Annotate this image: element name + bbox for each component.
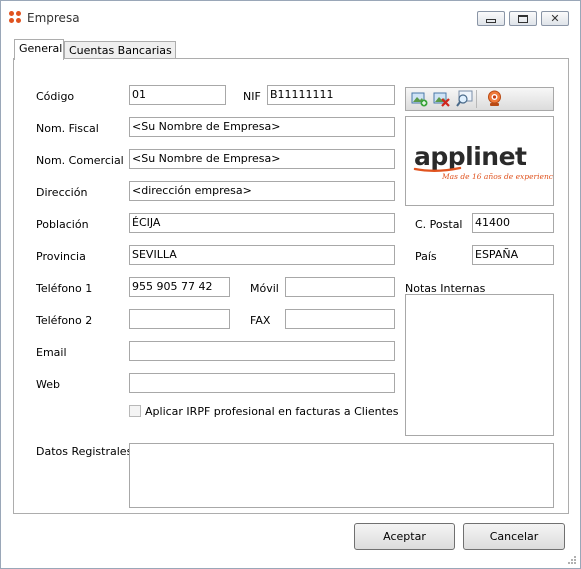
nom-comercial-field[interactable]: <Su Nombre de Empresa> <box>129 149 395 169</box>
provincia-label: Provincia <box>36 250 86 263</box>
telefono1-label: Teléfono 1 <box>36 282 93 295</box>
app-icon <box>9 11 22 24</box>
toolbar-separator <box>476 90 477 108</box>
minimize-button[interactable] <box>477 11 505 26</box>
fax-field[interactable] <box>285 309 395 329</box>
tab-general[interactable]: General <box>14 39 64 60</box>
email-field[interactable] <box>129 341 395 361</box>
email-label: Email <box>36 346 67 359</box>
movil-label: Móvil <box>250 282 279 295</box>
delete-image-icon[interactable] <box>433 90 450 107</box>
web-field[interactable] <box>129 373 395 393</box>
web-label: Web <box>36 378 60 391</box>
direccion-label: Dirección <box>36 186 88 199</box>
company-logo-frame: applinet Mas de 16 años de experiencia <box>405 116 560 206</box>
irpf-checkbox-label[interactable]: Aplicar IRPF profesional en facturas a C… <box>145 405 398 418</box>
datos-registrales-field[interactable] <box>129 443 554 508</box>
nif-label: NIF <box>243 90 261 103</box>
irpf-checkbox[interactable] <box>129 405 141 417</box>
empresa-window: Empresa ✕ General Cuentas Bancarias Códi… <box>0 0 581 569</box>
codigo-field[interactable]: 01 <box>129 85 226 105</box>
nom-comercial-label: Nom. Comercial <box>36 154 124 167</box>
codigo-label: Código <box>36 90 75 103</box>
applinet-logo: applinet Mas de 16 años de experiencia <box>413 142 560 181</box>
zoom-image-icon[interactable] <box>456 90 473 107</box>
add-image-icon[interactable] <box>411 90 428 107</box>
nom-fiscal-field[interactable]: <Su Nombre de Empresa> <box>129 117 395 137</box>
title-bar: Empresa ✕ <box>1 1 580 35</box>
datos-registrales-label: Datos Registrales <box>36 445 133 458</box>
telefono1-field[interactable]: 955 905 77 42 <box>129 277 230 297</box>
cancelar-button[interactable]: Cancelar <box>463 523 565 550</box>
movil-field[interactable] <box>285 277 395 297</box>
direccion-field[interactable]: <dirección empresa> <box>129 181 395 201</box>
maximize-button[interactable] <box>509 11 537 26</box>
webcam-icon[interactable] <box>486 90 503 107</box>
provincia-field[interactable]: SEVILLA <box>129 245 395 265</box>
pais-label: País <box>415 250 437 263</box>
close-button[interactable]: ✕ <box>541 11 569 26</box>
poblacion-field[interactable]: ÉCIJA <box>129 213 395 233</box>
c-postal-label: C. Postal <box>415 218 463 231</box>
svg-text:applinet: applinet <box>414 142 527 171</box>
telefono2-label: Teléfono 2 <box>36 314 93 327</box>
svg-text:Mas de 16 años de experiencia: Mas de 16 años de experiencia <box>441 172 553 181</box>
fax-label: FAX <box>250 314 271 327</box>
minimize-icon <box>486 18 496 23</box>
nom-fiscal-label: Nom. Fiscal <box>36 122 99 135</box>
window-title: Empresa <box>27 11 80 25</box>
c-postal-field[interactable]: 41400 <box>472 213 554 233</box>
restore-icon <box>518 14 528 23</box>
notas-internas-field[interactable] <box>405 294 554 436</box>
close-icon: ✕ <box>550 12 560 25</box>
aceptar-button[interactable]: Aceptar <box>354 523 455 550</box>
pais-field[interactable]: ESPAÑA <box>472 245 554 265</box>
nif-field[interactable]: B11111111 <box>267 85 395 105</box>
telefono2-field[interactable] <box>129 309 230 329</box>
resize-grip-icon[interactable] <box>567 555 577 565</box>
poblacion-label: Población <box>36 218 89 231</box>
tab-cuentas-bancarias[interactable]: Cuentas Bancarias <box>64 41 176 59</box>
